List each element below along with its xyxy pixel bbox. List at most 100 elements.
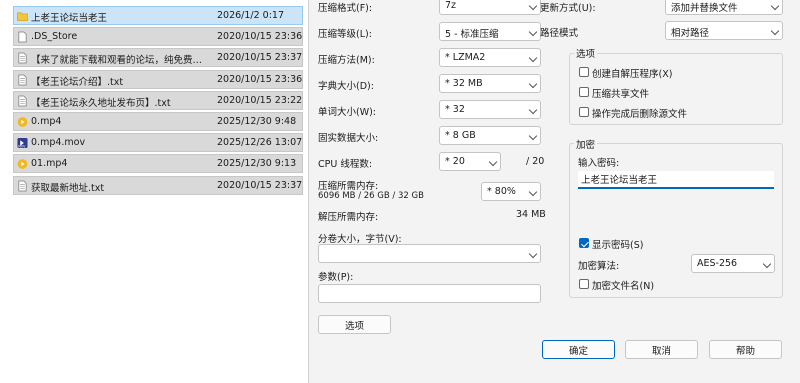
dict-select[interactable]: * 32 MB [439, 74, 541, 93]
file-row[interactable]: 0.mp4 2025/12/30 9:48 [13, 112, 303, 131]
svg-text:MOV: MOV [18, 145, 26, 149]
file-name: 0.mp4 [31, 116, 62, 127]
dict-label: 字典大小(D): [318, 81, 374, 92]
encryption-method-value: AES-256 [697, 258, 738, 269]
encrypt-filenames-label: 加密文件名(N) [592, 281, 655, 292]
options-group-title: 选项 [574, 46, 598, 60]
shared-files-checkbox-label: 压缩共享文件 [592, 89, 650, 100]
file-name: 01.mp4 [31, 158, 68, 170]
delete-source-checkbox[interactable] [579, 107, 589, 117]
level-select[interactable]: 5 - 标准压缩 [439, 22, 541, 41]
update-label: 更新方式(U): [540, 3, 596, 14]
word-select[interactable]: * 32 [439, 100, 541, 119]
file-modified-date: 2025/12/30 9:48 [217, 116, 297, 127]
pathmode-label: 路径模式 [540, 28, 579, 39]
file-list: 上老王论坛当老王 2026/1/2 0:17 .DS_Store 2020/10/15… [0, 0, 308, 383]
file-row[interactable]: 【老王论坛永久地址发布页】.txt 2020/10/15 23:22 [13, 90, 303, 110]
file-row[interactable]: 【来了就能下载和观看的论坛，纯免费！... 2020/10/15 23:37 [13, 48, 303, 68]
text-file-icon [18, 180, 27, 192]
folder-icon [17, 12, 28, 21]
file-row[interactable]: 获取最新地址.txt 2020/10/15 23:37 [13, 175, 303, 195]
split-select[interactable] [318, 244, 541, 263]
pathmode-select[interactable]: 相对路径 [665, 21, 783, 40]
chevron-down-icon [770, 1, 780, 11]
threads-label: CPU 线程数: [318, 159, 373, 170]
file-row[interactable]: 【老王论坛介绍】.txt 2020/10/15 23:36 [13, 69, 303, 89]
add-to-archive-dialog: 压缩格式(F): 7z 压缩等级(L): 5 - 标准压缩 压缩方法(M): *… [308, 0, 800, 383]
threads-value: * 20 [445, 156, 465, 167]
file-row[interactable]: 01.mp4 2025/12/30 9:13 [13, 154, 303, 174]
sfx-checkbox-label: 创建自解压程序(X) [592, 69, 673, 80]
chevron-down-icon [528, 131, 538, 141]
params-label: 参数(P): [318, 272, 354, 283]
update-select[interactable]: 添加并替换文件 [665, 0, 783, 15]
mem-compress-detail: 6096 MB / 26 GB / 32 GB [318, 191, 424, 201]
file-name: 0.mp4.mov [31, 137, 86, 149]
text-file-icon [18, 95, 27, 107]
chevron-down-icon [528, 187, 538, 197]
file-modified-date: 2026/1/2 0:17 [217, 10, 285, 21]
mem-decompress-value: 34 MB [516, 209, 546, 220]
chevron-down-icon [528, 53, 538, 63]
password-input[interactable] [578, 171, 774, 189]
threads-max: / 20 [526, 156, 545, 167]
pathmode-value: 相对路径 [671, 28, 710, 39]
file-name: 获取最新地址.txt [31, 182, 105, 194]
chevron-down-icon [770, 26, 780, 36]
threads-select[interactable]: * 20 [439, 152, 501, 171]
encrypt-filenames-checkbox[interactable] [579, 279, 589, 289]
method-select[interactable]: * LZMA2 [439, 48, 541, 67]
sfx-checkbox[interactable] [579, 67, 589, 77]
file-modified-date: 2020/10/15 23:36 [217, 31, 303, 43]
text-file-icon [18, 52, 27, 64]
shared-files-checkbox[interactable] [579, 87, 589, 97]
chevron-down-icon [528, 105, 538, 115]
video-file-icon [17, 159, 28, 170]
options-button[interactable]: 选项 [318, 315, 391, 334]
mem-percent-select[interactable]: * 80% [481, 182, 541, 201]
delete-source-checkbox-label: 操作完成后删除源文件 [592, 109, 688, 120]
dict-value: * 32 MB [445, 78, 483, 89]
level-value: 5 - 标准压缩 [445, 29, 499, 40]
file-icon [18, 31, 27, 43]
file-row[interactable]: .DS_Store 2020/10/15 23:36 [13, 27, 303, 47]
format-label: 压缩格式(F): [318, 3, 373, 14]
mem-compress-label: 压缩所需内存: [318, 181, 379, 192]
text-file-icon [18, 74, 27, 86]
file-name: .DS_Store [31, 31, 78, 43]
update-value: 添加并替换文件 [671, 3, 738, 14]
file-modified-date: 2020/10/15 23:37 [217, 179, 303, 191]
file-name: 【老王论坛永久地址发布页】.txt [31, 97, 171, 109]
file-name: 【老王论坛介绍】.txt [31, 76, 124, 88]
help-button[interactable]: 帮助 [709, 340, 782, 359]
mem-decompress-label: 解压所需内存: [318, 212, 379, 223]
file-row[interactable]: 上老王论坛当老王 2026/1/2 0:17 [13, 6, 303, 25]
ok-button[interactable]: 确定 [542, 340, 615, 359]
file-modified-date: 2020/10/15 23:36 [217, 73, 303, 85]
show-password-label: 显示密码(S) [592, 240, 644, 251]
chevron-down-icon [528, 1, 538, 11]
format-select[interactable]: 7z [439, 0, 541, 15]
file-name: 上老王论坛当老王 [31, 13, 108, 24]
encryption-method-select[interactable]: AES-256 [691, 254, 775, 273]
chevron-down-icon [528, 27, 538, 37]
file-name: 【来了就能下载和观看的论坛，纯免费！... [31, 55, 211, 67]
file-modified-date: 2025/12/26 13:07 [217, 137, 303, 149]
file-modified-date: 2020/10/15 23:22 [217, 94, 303, 106]
word-value: * 32 [445, 104, 465, 115]
solid-value: * 8 GB [445, 130, 476, 141]
method-value: * LZMA2 [445, 52, 486, 63]
chevron-down-icon [762, 259, 772, 269]
level-label: 压缩等级(L): [318, 29, 372, 40]
file-row[interactable]: MOV 0.mp4.mov 2025/12/26 13:07 [13, 133, 303, 153]
mem-percent-value: * 80% [487, 186, 516, 197]
cancel-button[interactable]: 取消 [625, 340, 698, 359]
show-password-checkbox[interactable] [579, 238, 589, 248]
solid-select[interactable]: * 8 GB [439, 126, 541, 145]
method-label: 压缩方法(M): [318, 55, 375, 66]
split-label: 分卷大小，字节(V): [318, 234, 402, 245]
params-input[interactable] [318, 284, 541, 303]
video-file-icon [17, 117, 28, 127]
chevron-down-icon [528, 79, 538, 89]
mov-file-icon: MOV [17, 138, 28, 149]
